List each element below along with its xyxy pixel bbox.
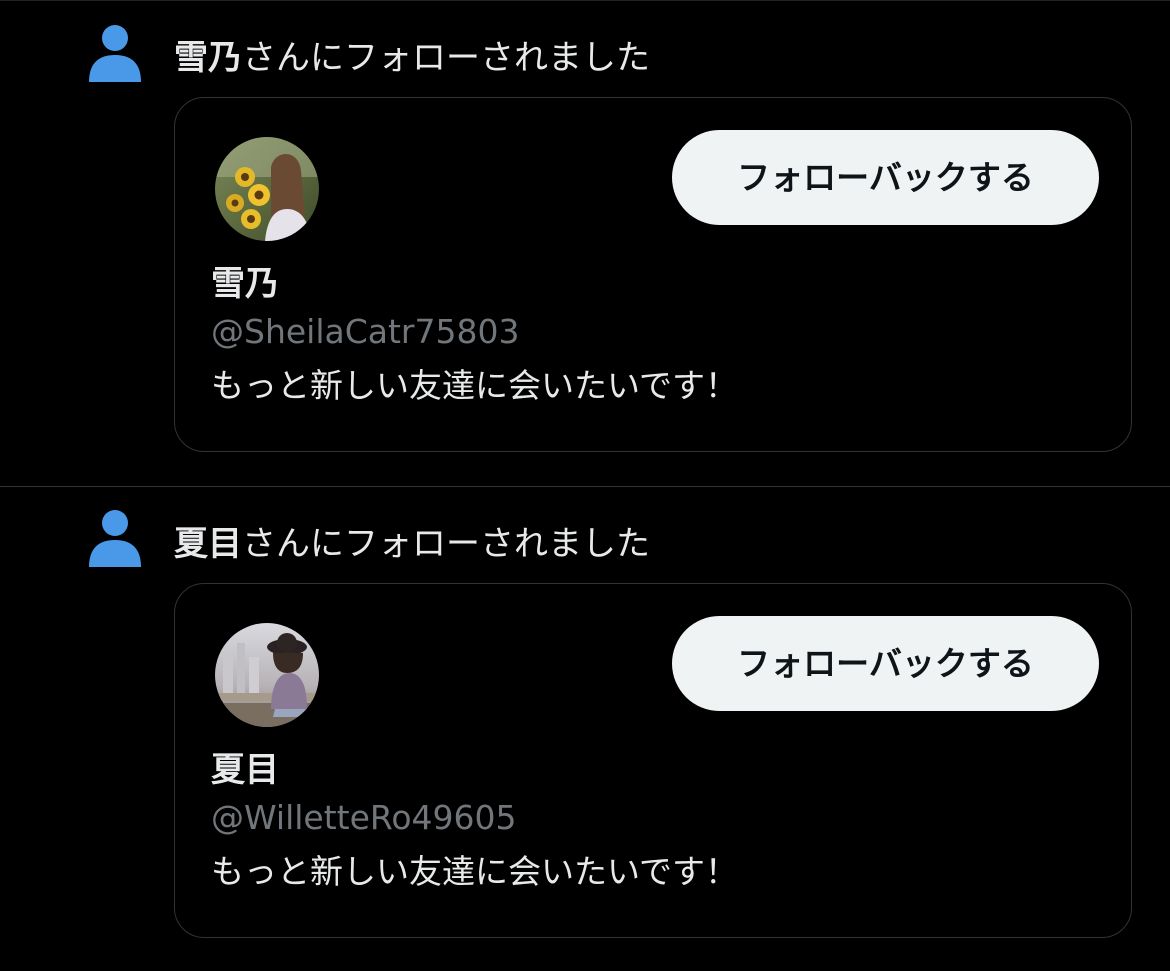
follow-back-button[interactable]: フォローバックする xyxy=(672,616,1099,711)
avatar-image xyxy=(215,623,319,727)
display-name[interactable]: 雪乃 xyxy=(211,262,279,306)
follower-name[interactable]: 雪乃 xyxy=(174,38,242,78)
follow-notification[interactable]: 雪乃さんにフォローされました フォローバックする 雪乃 @SheilaCatr7… xyxy=(0,0,1170,486)
user-bio: もっと新しい友達に会いたいです！ xyxy=(211,852,739,891)
user-card[interactable]: フォローバックする 雪乃 @SheilaCatr75803 もっと新しい友達に会… xyxy=(174,97,1132,452)
notification-text: 雪乃さんにフォローされました xyxy=(174,36,650,80)
notification-suffix: さんにフォローされました xyxy=(242,38,650,78)
user-handle: @WilletteRo49605 xyxy=(211,798,517,837)
avatar[interactable] xyxy=(215,137,319,241)
notification-text: 夏目さんにフォローされました xyxy=(174,522,650,566)
follower-name[interactable]: 夏目 xyxy=(174,524,242,564)
person-icon xyxy=(89,510,141,567)
notification-suffix: さんにフォローされました xyxy=(242,524,650,564)
follow-notification[interactable]: 夏目さんにフォローされました フォローバックする 夏目 @WilletteRo4… xyxy=(0,487,1170,971)
user-bio: もっと新しい友達に会いたいです！ xyxy=(211,366,739,405)
follow-back-button[interactable]: フォローバックする xyxy=(672,130,1099,225)
user-card[interactable]: フォローバックする 夏目 @WilletteRo49605 もっと新しい友達に会… xyxy=(174,583,1132,938)
person-icon xyxy=(89,25,141,82)
user-handle: @SheilaCatr75803 xyxy=(211,312,520,351)
display-name[interactable]: 夏目 xyxy=(211,748,279,792)
avatar-image xyxy=(215,137,319,241)
avatar[interactable] xyxy=(215,623,319,727)
